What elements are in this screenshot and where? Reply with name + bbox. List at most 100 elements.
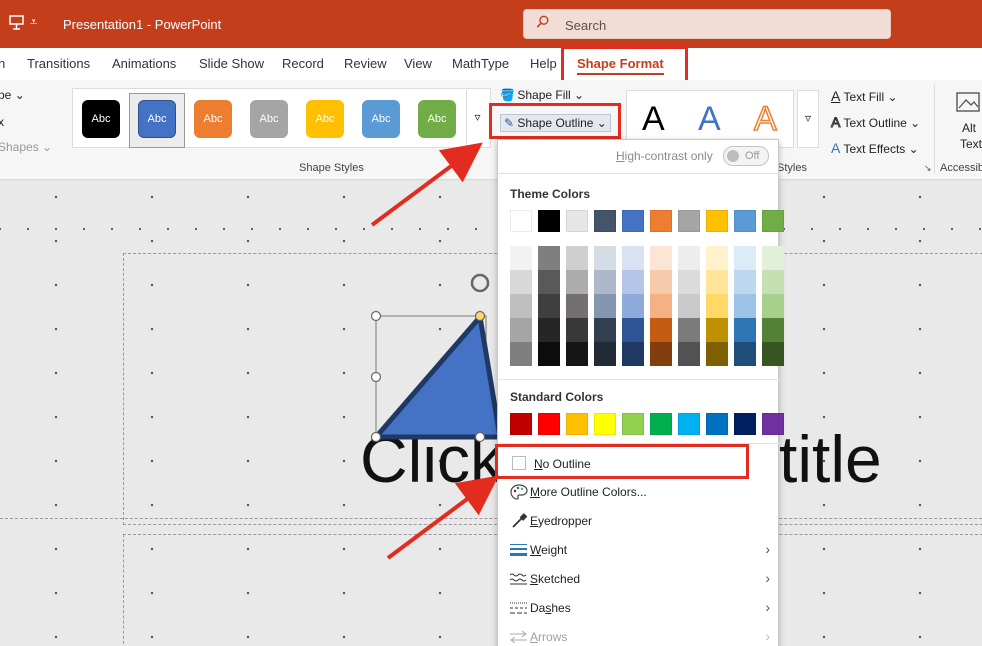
- standard-color-swatch[interactable]: [510, 413, 532, 435]
- standard-color-swatch[interactable]: [762, 413, 784, 435]
- theme-color-shade-swatch[interactable]: [734, 270, 756, 294]
- theme-color-shade-swatch[interactable]: [538, 270, 560, 294]
- theme-color-shade-swatch[interactable]: [650, 342, 672, 366]
- triangle-shape[interactable]: [360, 267, 500, 447]
- theme-color-shade-swatch[interactable]: [734, 294, 756, 318]
- theme-color-shade-swatch[interactable]: [762, 342, 784, 366]
- wordart-style-orange-outline[interactable]: A: [753, 99, 777, 139]
- theme-color-shade-swatch[interactable]: [538, 342, 560, 366]
- weight-item[interactable]: Weight ›: [498, 536, 780, 564]
- standard-color-swatch[interactable]: [594, 413, 616, 435]
- theme-color-shade-swatch[interactable]: [706, 270, 728, 294]
- theme-color-shade-swatch[interactable]: [762, 246, 784, 270]
- theme-color-shade-swatch[interactable]: [762, 318, 784, 342]
- theme-color-shade-swatch[interactable]: [510, 246, 532, 270]
- search-box[interactable]: Search: [523, 9, 891, 39]
- theme-color-shade-swatch[interactable]: [566, 342, 588, 366]
- gallery-more-icon[interactable]: ▿: [466, 90, 488, 146]
- dashes-item[interactable]: Dashes ›: [498, 594, 780, 622]
- theme-color-shade-swatch[interactable]: [650, 318, 672, 342]
- alt-text-line2[interactable]: Text: [960, 137, 982, 151]
- theme-color-shade-swatch[interactable]: [678, 270, 700, 294]
- style-swatch-2[interactable]: Abc: [138, 100, 176, 138]
- tab-record[interactable]: Record: [282, 56, 324, 71]
- theme-color-shade-swatch[interactable]: [622, 246, 644, 270]
- theme-color-swatch[interactable]: [622, 210, 644, 232]
- theme-color-shade-swatch[interactable]: [510, 294, 532, 318]
- style-swatch-5[interactable]: Abc: [306, 100, 344, 138]
- theme-color-shade-swatch[interactable]: [650, 294, 672, 318]
- standard-color-swatch[interactable]: [622, 413, 644, 435]
- theme-color-shade-swatch[interactable]: [762, 270, 784, 294]
- wordart-style-blue[interactable]: A: [698, 100, 721, 139]
- theme-color-shade-swatch[interactable]: [706, 294, 728, 318]
- theme-color-shade-swatch[interactable]: [594, 270, 616, 294]
- theme-color-shade-swatch[interactable]: [678, 318, 700, 342]
- high-contrast-toggle[interactable]: Off: [723, 146, 769, 166]
- ribbon-cut-item-1[interactable]: pe ⌄: [0, 88, 25, 102]
- theme-color-swatch[interactable]: [734, 210, 756, 232]
- slide-title-text-right[interactable]: title: [779, 421, 882, 497]
- theme-color-shade-swatch[interactable]: [734, 246, 756, 270]
- theme-color-shade-swatch[interactable]: [706, 318, 728, 342]
- theme-color-swatch[interactable]: [650, 210, 672, 232]
- wordart-style-black[interactable]: A: [642, 100, 665, 139]
- style-swatch-7[interactable]: Abc: [418, 100, 456, 138]
- theme-color-shade-swatch[interactable]: [678, 342, 700, 366]
- tab-view[interactable]: View: [404, 56, 432, 71]
- theme-color-swatch[interactable]: [762, 210, 784, 232]
- theme-color-shade-swatch[interactable]: [734, 318, 756, 342]
- theme-color-swatch[interactable]: [566, 210, 588, 232]
- standard-color-swatch[interactable]: [734, 413, 756, 435]
- more-outline-colors-item[interactable]: More Outline Colors...: [498, 478, 780, 506]
- theme-color-swatch[interactable]: [706, 210, 728, 232]
- quick-access-dropdown-icon[interactable]: ⩡: [30, 14, 37, 30]
- theme-color-shade-swatch[interactable]: [594, 342, 616, 366]
- theme-color-shade-swatch[interactable]: [566, 246, 588, 270]
- style-swatch-4[interactable]: Abc: [250, 100, 288, 138]
- theme-color-shade-swatch[interactable]: [594, 294, 616, 318]
- theme-color-shade-swatch[interactable]: [678, 246, 700, 270]
- theme-color-shade-swatch[interactable]: [678, 294, 700, 318]
- theme-color-shade-swatch[interactable]: [706, 246, 728, 270]
- theme-color-shade-swatch[interactable]: [594, 318, 616, 342]
- text-outline-button[interactable]: A Text Outline ⌄: [830, 114, 920, 131]
- theme-color-shade-swatch[interactable]: [650, 270, 672, 294]
- standard-color-swatch[interactable]: [538, 413, 560, 435]
- theme-color-swatch[interactable]: [510, 210, 532, 232]
- standard-color-swatch[interactable]: [706, 413, 728, 435]
- theme-color-shade-swatch[interactable]: [538, 246, 560, 270]
- theme-color-swatch[interactable]: [678, 210, 700, 232]
- present-icon[interactable]: [8, 14, 26, 32]
- theme-color-shade-swatch[interactable]: [566, 318, 588, 342]
- standard-color-swatch[interactable]: [566, 413, 588, 435]
- standard-color-swatch[interactable]: [650, 413, 672, 435]
- text-effects-button[interactable]: A Text Effects ⌄: [831, 140, 919, 156]
- tab-design[interactable]: n: [0, 56, 5, 71]
- theme-color-swatch[interactable]: [538, 210, 560, 232]
- text-fill-button[interactable]: A Text Fill ⌄: [831, 88, 898, 104]
- alt-text-line1[interactable]: Alt: [962, 121, 976, 135]
- theme-color-shade-swatch[interactable]: [538, 318, 560, 342]
- theme-color-shade-swatch[interactable]: [566, 270, 588, 294]
- theme-color-shade-swatch[interactable]: [622, 294, 644, 318]
- tab-animations[interactable]: Animations: [112, 56, 176, 71]
- eyedropper-item[interactable]: Eyedropper: [498, 507, 780, 535]
- tab-help[interactable]: Help: [530, 56, 557, 71]
- tab-mathtype[interactable]: MathType: [452, 56, 509, 71]
- theme-color-shade-swatch[interactable]: [622, 270, 644, 294]
- shape-fill-button[interactable]: 🪣 Shape Fill ⌄: [500, 88, 584, 102]
- style-swatch-1[interactable]: Abc: [82, 100, 120, 138]
- theme-color-shade-swatch[interactable]: [650, 246, 672, 270]
- tab-review[interactable]: Review: [344, 56, 387, 71]
- theme-color-shade-swatch[interactable]: [510, 318, 532, 342]
- theme-color-shade-swatch[interactable]: [734, 342, 756, 366]
- theme-color-shade-swatch[interactable]: [566, 294, 588, 318]
- theme-color-shade-swatch[interactable]: [622, 318, 644, 342]
- style-swatch-6[interactable]: Abc: [362, 100, 400, 138]
- theme-color-shade-swatch[interactable]: [538, 294, 560, 318]
- ribbon-cut-merge-shapes[interactable]: Shapes ⌄: [0, 140, 52, 154]
- sketched-item[interactable]: Sketched ›: [498, 565, 780, 593]
- theme-color-shade-swatch[interactable]: [510, 342, 532, 366]
- standard-color-swatch[interactable]: [678, 413, 700, 435]
